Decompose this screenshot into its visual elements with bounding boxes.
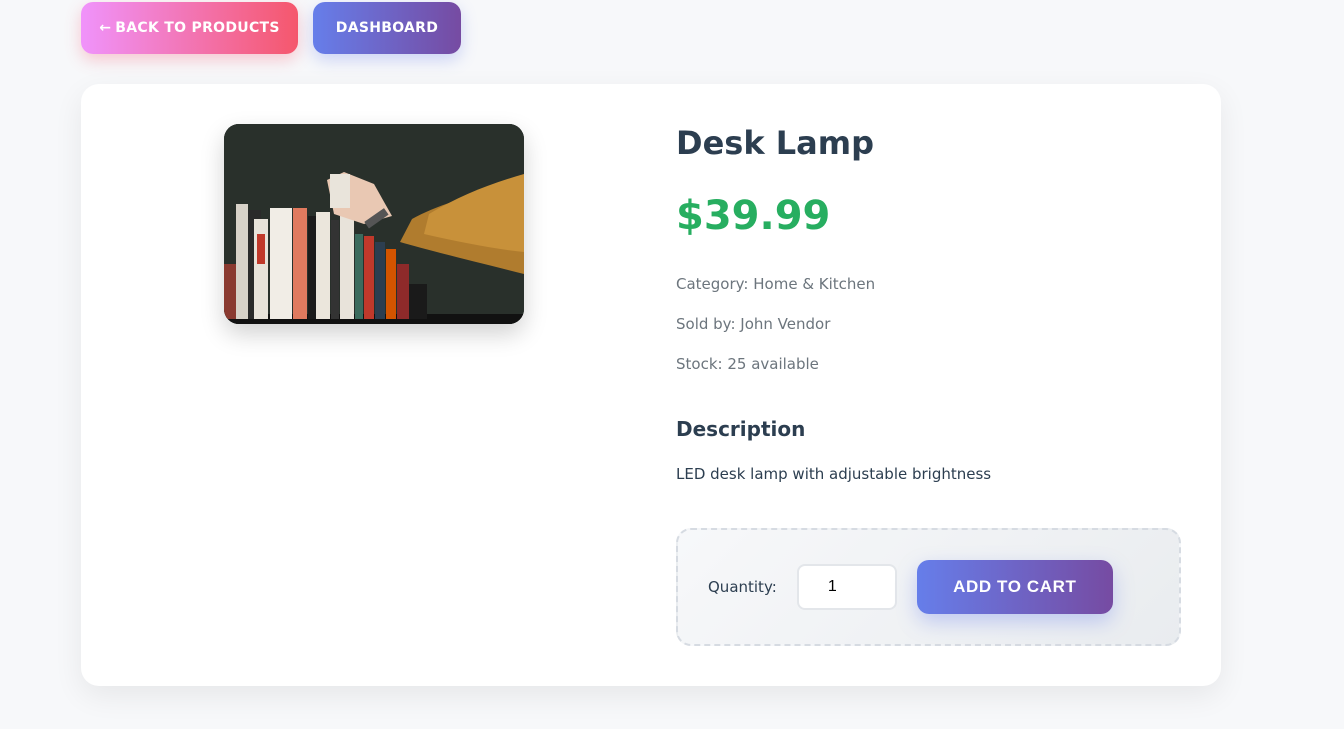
add-to-cart-button[interactable]: ADD TO CART bbox=[916, 560, 1113, 614]
product-image bbox=[224, 124, 524, 324]
dashboard-label: DASHBOARD bbox=[335, 20, 439, 36]
dashboard-button[interactable]: DASHBOARD bbox=[313, 2, 461, 54]
back-to-products-label: BACK TO PRODUCTS bbox=[115, 20, 280, 36]
arrow-left-icon: ← bbox=[99, 20, 112, 36]
quantity-input[interactable] bbox=[796, 564, 897, 610]
product-photo bbox=[224, 124, 524, 324]
add-to-cart-panel: Quantity: ADD TO CART bbox=[676, 528, 1181, 646]
product-category: Category: Home & Kitchen bbox=[676, 275, 876, 294]
product-title: Desk Lamp bbox=[676, 124, 874, 162]
product-card: Desk Lamp $39.99 Category: Home & Kitche… bbox=[81, 84, 1221, 686]
top-nav: ← BACK TO PRODUCTS DASHBOARD bbox=[81, 2, 461, 54]
product-price: $39.99 bbox=[676, 193, 831, 240]
back-to-products-button[interactable]: ← BACK TO PRODUCTS bbox=[81, 2, 298, 54]
quantity-label: Quantity: bbox=[708, 578, 777, 596]
description-heading: Description bbox=[676, 417, 806, 442]
product-stock: Stock: 25 available bbox=[676, 355, 819, 374]
product-seller: Sold by: John Vendor bbox=[676, 315, 831, 334]
product-info: Desk Lamp $39.99 Category: Home & Kitche… bbox=[676, 124, 1181, 483]
product-description: LED desk lamp with adjustable brightness bbox=[676, 465, 992, 484]
